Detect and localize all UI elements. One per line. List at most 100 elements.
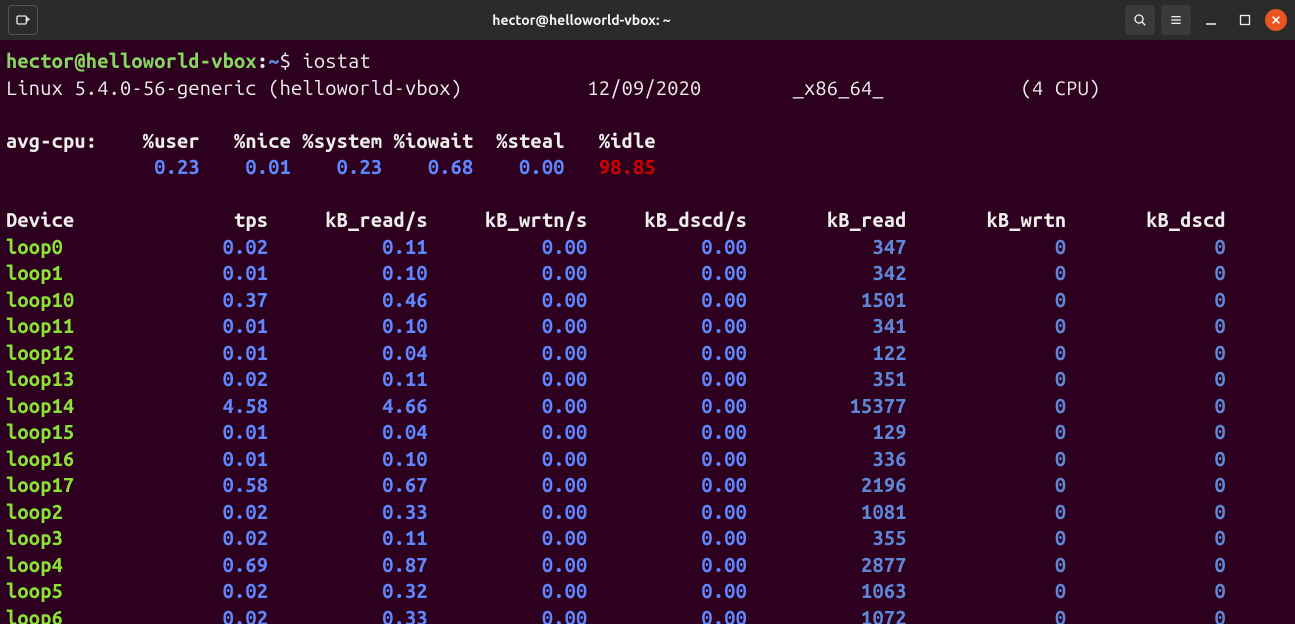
dev-tps-11: 0.02 bbox=[166, 526, 269, 549]
dev-dps-14: 0.00 bbox=[587, 606, 747, 624]
dev-dscd-3: 0 bbox=[1066, 314, 1226, 337]
search-button[interactable] bbox=[1125, 5, 1155, 35]
titlebar: hector@helloworld-vbox: ~ bbox=[0, 0, 1295, 40]
dev-rps-13: 0.32 bbox=[268, 579, 428, 602]
dev-name-1: loop1 bbox=[6, 261, 166, 284]
dev-read-8: 336 bbox=[747, 447, 907, 470]
dev-wrtn-3: 0 bbox=[907, 314, 1067, 337]
dev-name-13: loop5 bbox=[6, 579, 166, 602]
dev-tps-6: 4.58 bbox=[166, 394, 269, 417]
dev-wrtn-13: 0 bbox=[907, 579, 1067, 602]
dev-wrtn-9: 0 bbox=[907, 473, 1067, 496]
new-tab-button[interactable] bbox=[8, 5, 38, 35]
prompt-path: ~ bbox=[268, 49, 279, 72]
cpu-hdr-2: %system bbox=[291, 129, 382, 152]
dev-dps-13: 0.00 bbox=[587, 579, 747, 602]
cpu-hdr-1: %nice bbox=[200, 129, 291, 152]
dev-hdr-tps: tps bbox=[166, 208, 269, 231]
minimize-button[interactable] bbox=[1197, 6, 1225, 34]
sys-cpu: (4 CPU) bbox=[1021, 76, 1101, 99]
dev-tps-8: 0.01 bbox=[166, 447, 269, 470]
dev-name-9: loop17 bbox=[6, 473, 166, 496]
dev-tps-14: 0.02 bbox=[166, 606, 269, 624]
dev-rps-0: 0.11 bbox=[268, 235, 428, 258]
dev-dscd-9: 0 bbox=[1066, 473, 1226, 496]
prompt-dollar: $ bbox=[280, 49, 303, 72]
dev-read-1: 342 bbox=[747, 261, 907, 284]
cpu-iowait: 0.68 bbox=[382, 155, 473, 178]
close-button[interactable] bbox=[1265, 9, 1287, 31]
dev-rps-8: 0.10 bbox=[268, 447, 428, 470]
dev-wps-14: 0.00 bbox=[428, 606, 588, 624]
dev-name-2: loop10 bbox=[6, 288, 166, 311]
dev-dps-11: 0.00 bbox=[587, 526, 747, 549]
dev-dps-4: 0.00 bbox=[587, 341, 747, 364]
dev-dscd-7: 0 bbox=[1066, 420, 1226, 443]
dev-tps-5: 0.02 bbox=[166, 367, 269, 390]
dev-read-14: 1072 bbox=[747, 606, 907, 624]
dev-dscd-1: 0 bbox=[1066, 261, 1226, 284]
cpu-label: avg-cpu: bbox=[6, 129, 109, 152]
dev-tps-7: 0.01 bbox=[166, 420, 269, 443]
dev-wps-10: 0.00 bbox=[428, 500, 588, 523]
dev-wrtn-11: 0 bbox=[907, 526, 1067, 549]
sys-kernel: Linux 5.4.0-56-generic (helloworld-vbox) bbox=[6, 76, 587, 99]
menu-button[interactable] bbox=[1161, 5, 1191, 35]
dev-name-14: loop6 bbox=[6, 606, 166, 624]
dev-dps-2: 0.00 bbox=[587, 288, 747, 311]
cpu-system: 0.23 bbox=[291, 155, 382, 178]
dev-wrtn-7: 0 bbox=[907, 420, 1067, 443]
dev-hdr-wrtn: kB_wrtn bbox=[907, 208, 1067, 231]
dev-wrtn-0: 0 bbox=[907, 235, 1067, 258]
dev-dscd-5: 0 bbox=[1066, 367, 1226, 390]
dev-rps-6: 4.66 bbox=[268, 394, 428, 417]
dev-tps-1: 0.01 bbox=[166, 261, 269, 284]
dev-dps-10: 0.00 bbox=[587, 500, 747, 523]
dev-dps-7: 0.00 bbox=[587, 420, 747, 443]
dev-hdr-dps: kB_dscd/s bbox=[587, 208, 747, 231]
dev-dscd-4: 0 bbox=[1066, 341, 1226, 364]
dev-read-12: 2877 bbox=[747, 553, 907, 576]
dev-dps-6: 0.00 bbox=[587, 394, 747, 417]
cpu-hdr-5: %idle bbox=[565, 129, 656, 152]
dev-wps-8: 0.00 bbox=[428, 447, 588, 470]
dev-read-2: 1501 bbox=[747, 288, 907, 311]
dev-rps-12: 0.87 bbox=[268, 553, 428, 576]
dev-tps-4: 0.01 bbox=[166, 341, 269, 364]
maximize-button[interactable] bbox=[1231, 6, 1259, 34]
dev-wps-0: 0.00 bbox=[428, 235, 588, 258]
cpu-hdr-0: %user bbox=[109, 129, 200, 152]
dev-wps-13: 0.00 bbox=[428, 579, 588, 602]
dev-wps-3: 0.00 bbox=[428, 314, 588, 337]
dev-name-12: loop4 bbox=[6, 553, 166, 576]
dev-read-10: 1081 bbox=[747, 500, 907, 523]
dev-wrtn-6: 0 bbox=[907, 394, 1067, 417]
dev-wrtn-10: 0 bbox=[907, 500, 1067, 523]
dev-wrtn-8: 0 bbox=[907, 447, 1067, 470]
dev-name-4: loop12 bbox=[6, 341, 166, 364]
dev-read-13: 1063 bbox=[747, 579, 907, 602]
dev-wrtn-12: 0 bbox=[907, 553, 1067, 576]
dev-name-5: loop13 bbox=[6, 367, 166, 390]
dev-name-8: loop16 bbox=[6, 447, 166, 470]
terminal-body[interactable]: hector@helloworld-vbox:~$ iostat Linux 5… bbox=[0, 40, 1295, 624]
dev-wps-2: 0.00 bbox=[428, 288, 588, 311]
dev-tps-9: 0.58 bbox=[166, 473, 269, 496]
dev-rps-9: 0.67 bbox=[268, 473, 428, 496]
dev-name-6: loop14 bbox=[6, 394, 166, 417]
dev-wps-5: 0.00 bbox=[428, 367, 588, 390]
dev-dscd-10: 0 bbox=[1066, 500, 1226, 523]
dev-dps-12: 0.00 bbox=[587, 553, 747, 576]
cpu-hdr-4: %steal bbox=[473, 129, 564, 152]
dev-dps-8: 0.00 bbox=[587, 447, 747, 470]
dev-tps-0: 0.02 bbox=[166, 235, 269, 258]
dev-read-7: 129 bbox=[747, 420, 907, 443]
dev-hdr-read: kB_read bbox=[747, 208, 907, 231]
dev-read-11: 355 bbox=[747, 526, 907, 549]
dev-dscd-0: 0 bbox=[1066, 235, 1226, 258]
terminal-output: hector@helloworld-vbox:~$ iostat Linux 5… bbox=[6, 48, 1289, 624]
dev-tps-2: 0.37 bbox=[166, 288, 269, 311]
prompt-command: iostat bbox=[302, 49, 370, 72]
dev-read-4: 122 bbox=[747, 341, 907, 364]
dev-rps-7: 0.04 bbox=[268, 420, 428, 443]
